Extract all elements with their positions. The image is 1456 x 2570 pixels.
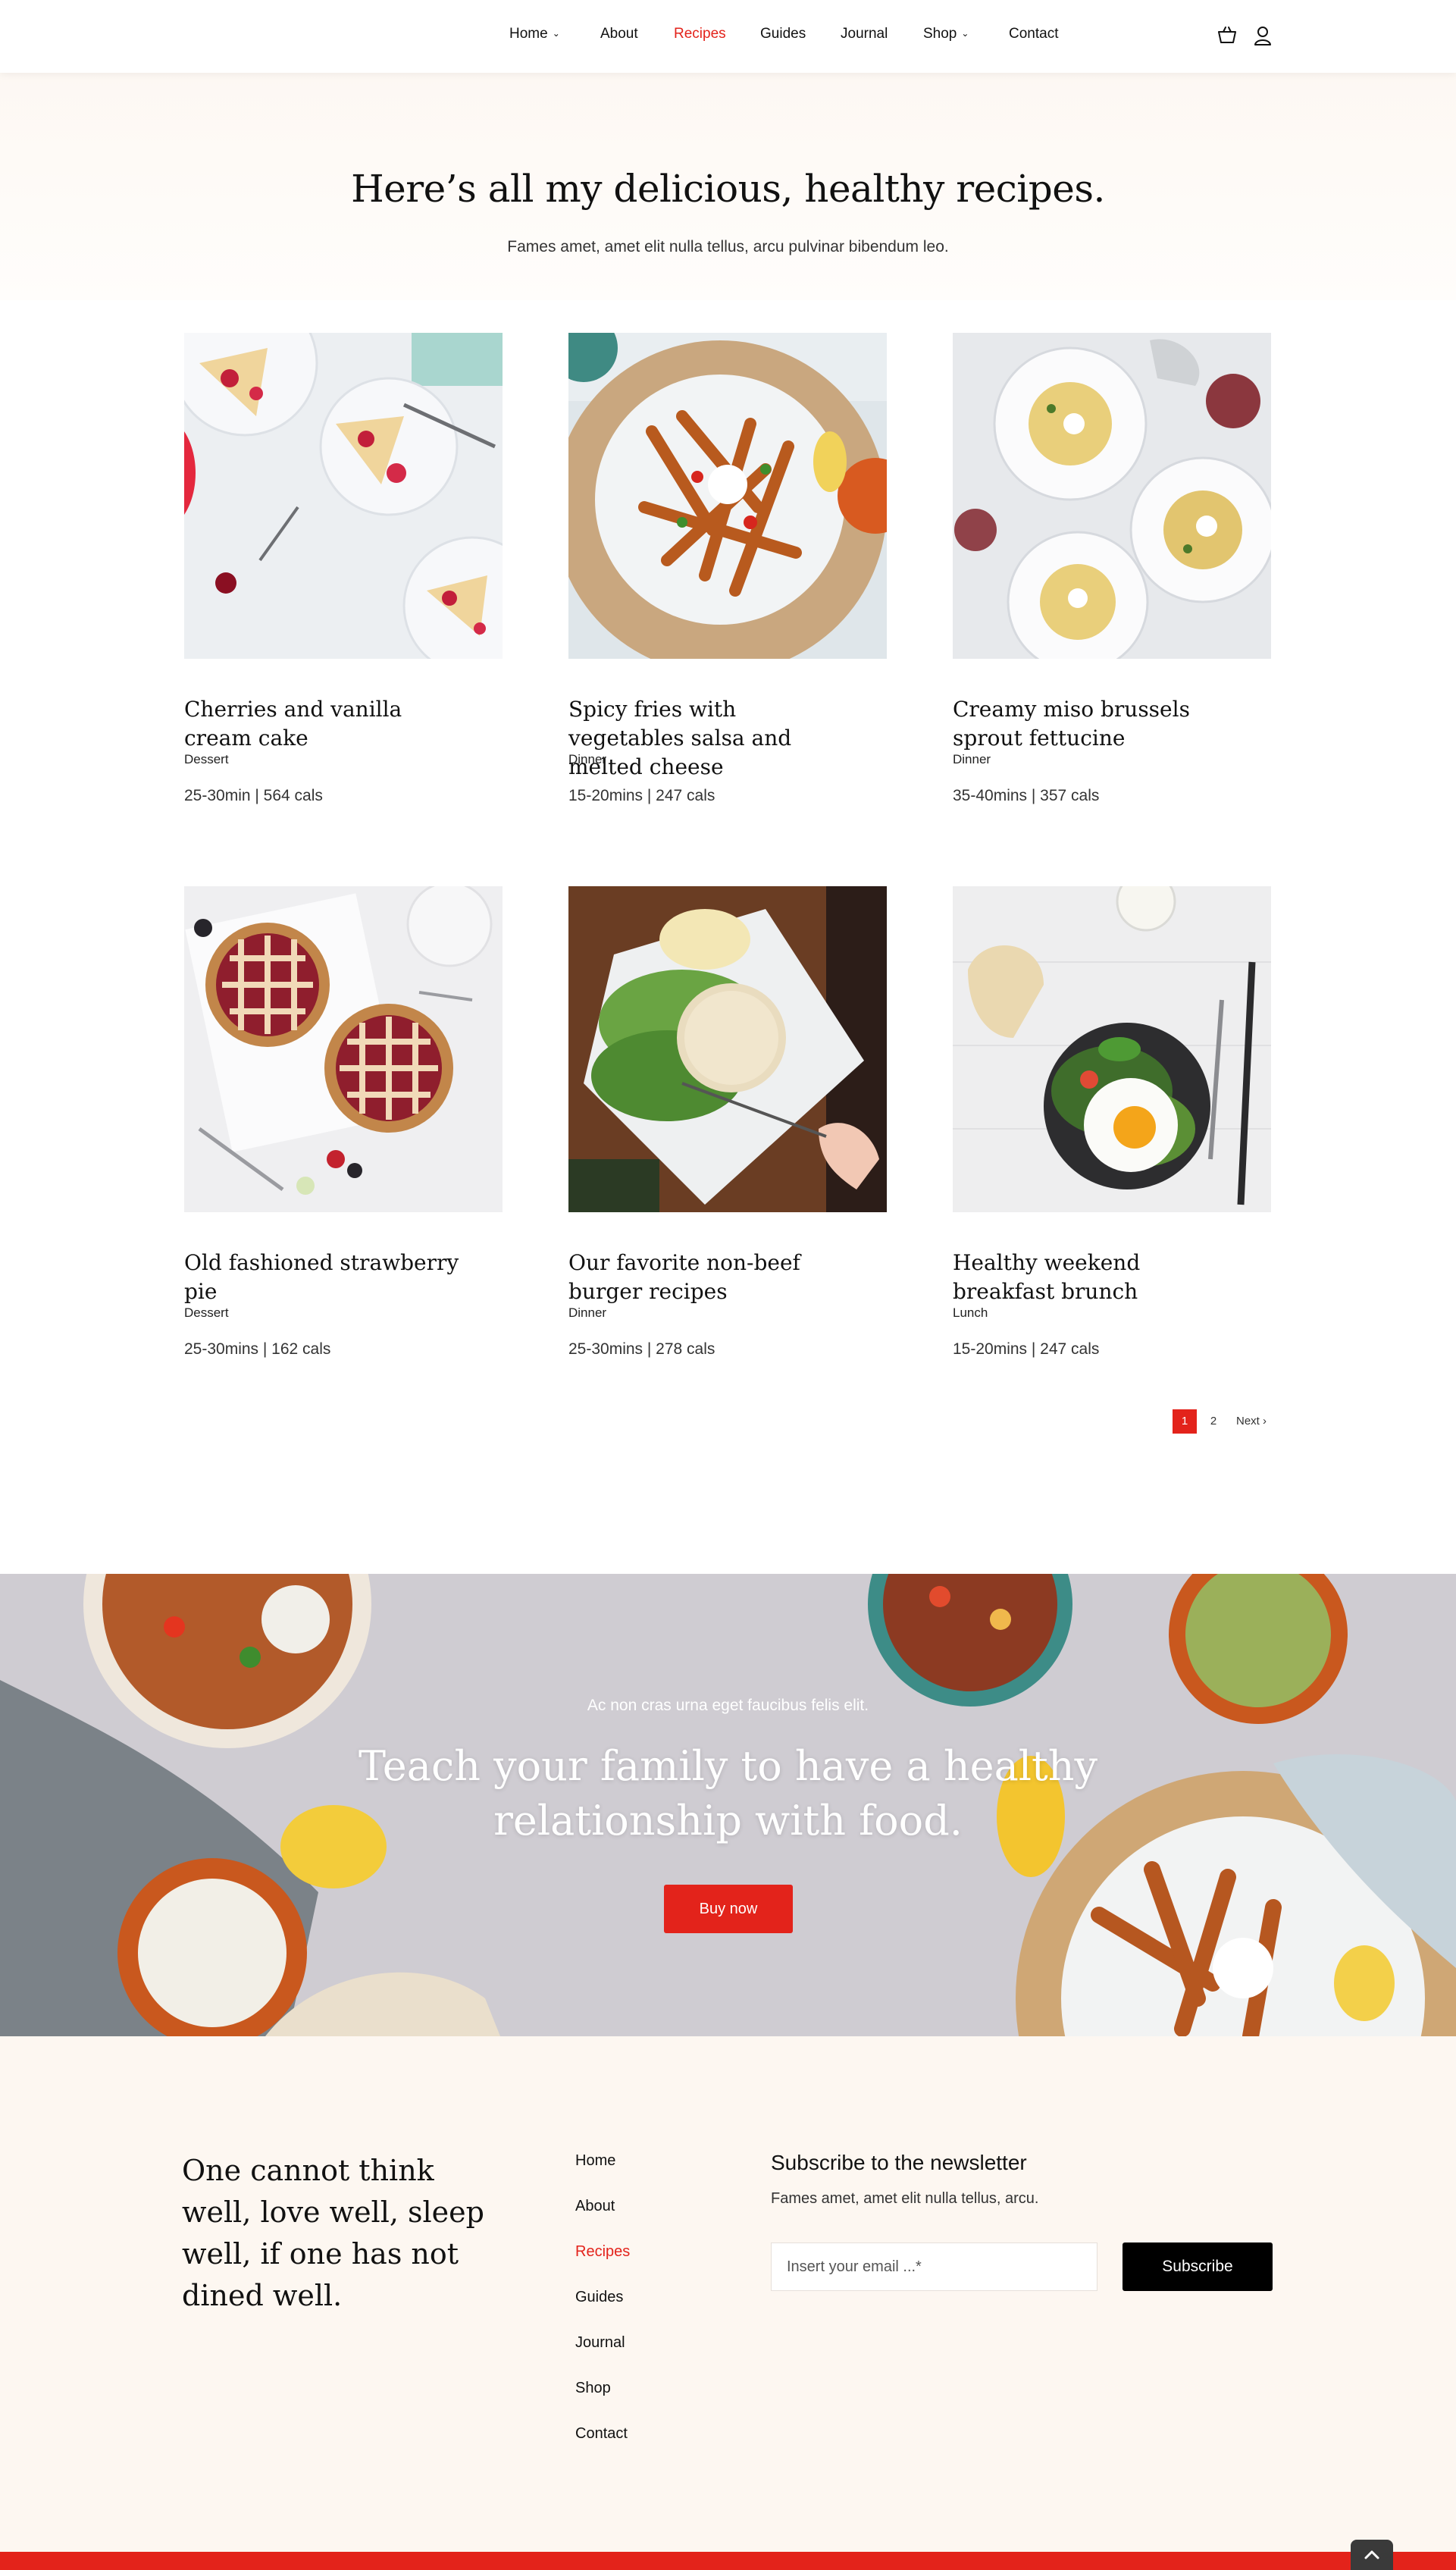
recipe-title[interactable]: Spicy fries with vegetables salsa and me… — [568, 695, 856, 782]
page-2-button[interactable]: 2 — [1204, 1409, 1223, 1434]
footer-quote: One cannot think well, love well, sleep … — [182, 2154, 484, 2312]
recipe-image-pasta[interactable] — [953, 333, 1271, 659]
nav-about-label: About — [600, 26, 638, 42]
recipe-category: Dinner — [953, 752, 991, 766]
recipe-category: Dinner — [568, 752, 607, 766]
recipe-meta: 15-20mins | 247 cals — [953, 1340, 1100, 1358]
buy-now-button[interactable]: Buy now — [664, 1885, 793, 1933]
nav-shop[interactable]: Shop ⌄ — [923, 26, 969, 42]
footer-link-about[interactable]: About — [575, 2198, 615, 2215]
user-icon[interactable] — [1251, 24, 1274, 47]
footer-bottom-bar — [0, 2552, 1456, 2570]
scroll-to-top-button[interactable] — [1351, 2540, 1393, 2570]
footer-link-journal[interactable]: Journal — [575, 2334, 625, 2352]
footer-link-recipes[interactable]: Recipes — [575, 2243, 630, 2261]
newsletter-subtitle: Fames amet, amet elit nulla tellus, arcu… — [771, 2190, 1039, 2207]
recipe-category: Dessert — [184, 1305, 229, 1320]
footer-link-guides[interactable]: Guides — [575, 2289, 623, 2306]
next-label: Next — [1235, 1415, 1260, 1428]
recipe-title[interactable]: Cherries and vanilla cream cake — [184, 695, 472, 753]
site-header: Home ⌄ About Recipes Guides Journal Shop ⌄… — [0, 0, 1456, 73]
pagination: 1 2 Next › — [1173, 1409, 1271, 1434]
newsletter-title: Subscribe to the newsletter — [771, 2151, 1027, 2174]
recipe-meta: 25-30min | 564 cals — [184, 787, 323, 804]
subscribe-button[interactable]: Subscribe — [1123, 2242, 1273, 2291]
footer-link-shop[interactable]: Shop — [575, 2380, 611, 2397]
nav-journal[interactable]: Journal — [841, 26, 888, 42]
nav-recipes[interactable]: Recipes — [674, 26, 726, 42]
recipe-title[interactable]: Creamy miso brussels sprout fettucine — [953, 695, 1241, 753]
nav-contact-label: Contact — [1009, 26, 1059, 42]
recipe-title[interactable]: Our favorite non-beef burger recipes — [568, 1249, 856, 1306]
chevron-down-icon: ⌄ — [961, 28, 969, 39]
footer-link-contact[interactable]: Contact — [575, 2425, 628, 2443]
recipe-meta: 15-20mins | 247 cals — [568, 787, 715, 804]
nav-home-label: Home — [509, 26, 548, 42]
recipe-image-cake[interactable] — [184, 333, 503, 659]
cart-icon[interactable] — [1216, 24, 1238, 47]
nav-about[interactable]: About — [600, 26, 638, 42]
nav-home[interactable]: Home ⌄ — [509, 26, 560, 42]
page-title: Here’s all my delicious, healthy recipes… — [351, 167, 1105, 211]
chevron-up-icon — [1364, 2550, 1379, 2559]
recipe-category: Dessert — [184, 752, 229, 766]
nav-guides[interactable]: Guides — [760, 26, 806, 42]
chevron-right-icon: › — [1263, 1415, 1267, 1428]
nav-shop-label: Shop — [923, 26, 957, 42]
chevron-down-icon: ⌄ — [552, 28, 560, 39]
recipe-title[interactable]: Old fashioned strawberry pie — [184, 1249, 472, 1306]
newsletter-email-input[interactable] — [771, 2242, 1097, 2291]
site-footer: One cannot think well, love well, sleep … — [0, 2036, 1456, 2552]
footer-link-home[interactable]: Home — [575, 2152, 615, 2170]
recipe-meta: 25-30mins | 278 cals — [568, 1340, 715, 1358]
recipe-image-fries[interactable] — [568, 333, 887, 659]
recipe-meta: 35-40mins | 357 cals — [953, 787, 1100, 804]
banner-title: Teach your family to have a healthy rela… — [358, 1742, 1098, 1844]
recipe-category: Dinner — [568, 1305, 607, 1320]
nav-recipes-label: Recipes — [674, 26, 726, 42]
nav-guides-label: Guides — [760, 26, 806, 42]
recipe-meta: 25-30mins | 162 cals — [184, 1340, 331, 1358]
page-subtitle: Fames amet, amet elit nulla tellus, arcu… — [507, 238, 949, 255]
recipe-image-burger[interactable] — [568, 886, 887, 1212]
recipe-category: Lunch — [953, 1305, 988, 1320]
recipe-title[interactable]: Healthy weekend breakfast brunch — [953, 1249, 1241, 1306]
banner-kicker: Ac non cras urna eget faucibus felis eli… — [587, 1697, 869, 1714]
recipe-image-breakfast[interactable] — [953, 886, 1271, 1212]
cta-banner: Ac non cras urna eget faucibus felis eli… — [0, 1574, 1456, 2036]
next-page-button[interactable]: Next › — [1232, 1409, 1271, 1434]
nav-journal-label: Journal — [841, 26, 888, 42]
recipes-intro: Here’s all my delicious, healthy recipes… — [0, 73, 1456, 300]
recipe-image-pie[interactable] — [184, 886, 503, 1212]
nav-contact[interactable]: Contact — [1009, 26, 1058, 42]
page-1-button[interactable]: 1 — [1173, 1409, 1197, 1434]
